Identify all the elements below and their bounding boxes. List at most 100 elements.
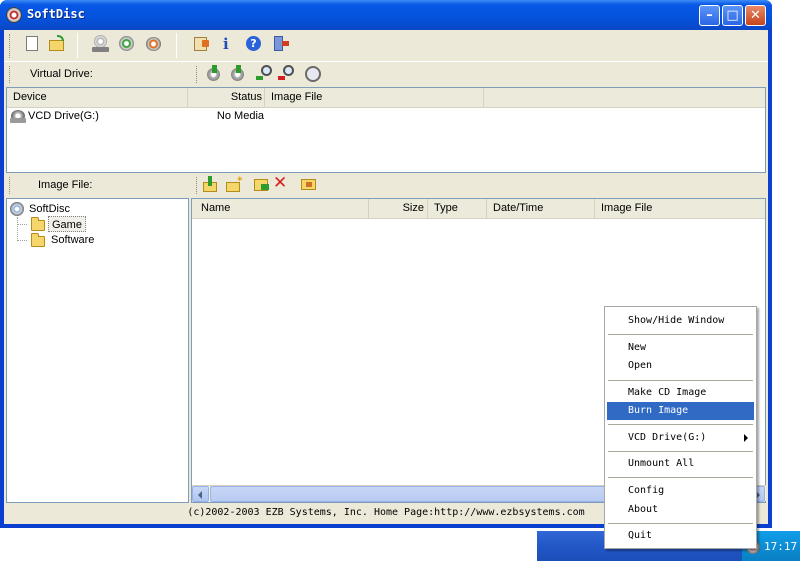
drive-settings-icon	[305, 66, 321, 82]
mount-arrow-icon	[212, 65, 217, 73]
column-device[interactable]: Device	[7, 88, 188, 107]
device-status: No Media	[216, 110, 264, 122]
new-folder-star-icon: ✶	[236, 175, 244, 185]
toolbar-divider	[4, 61, 768, 62]
virtual-drive-label: Virtual Drive:	[30, 68, 93, 80]
menu-separator	[608, 477, 753, 478]
drive-icon	[92, 47, 109, 52]
add-file-arrow-icon	[261, 184, 269, 190]
menu-item-quit[interactable]: Quit	[607, 527, 754, 545]
make-cd-image-button[interactable]	[92, 35, 110, 53]
image-file-grip[interactable]	[9, 177, 12, 194]
device-list-header: Device Status Image File	[7, 88, 765, 108]
properties-button[interactable]	[300, 176, 318, 194]
tree-line	[17, 217, 18, 241]
close-button[interactable]: ✕	[745, 5, 766, 26]
menu-item-vcd-drive-label: VCD Drive(G:)	[628, 432, 707, 443]
add-drive-plus-icon	[256, 76, 263, 80]
new-document-icon	[26, 36, 38, 51]
close-icon: ✕	[750, 8, 761, 23]
column-date-time[interactable]: Date/Time	[487, 199, 595, 218]
delete-button[interactable]: ✕	[272, 173, 290, 194]
info-button[interactable]: i	[219, 35, 237, 53]
add-drive-icon	[261, 65, 272, 76]
column-image-file[interactable]: Image File	[595, 199, 765, 218]
new-folder-button[interactable]: ✶	[225, 175, 244, 194]
folder-icon	[31, 233, 45, 247]
properties-mark-icon	[306, 182, 312, 187]
column-type[interactable]: Type	[428, 199, 487, 218]
folder-tree[interactable]: SoftDisc Game Software	[6, 198, 189, 503]
minimize-button[interactable]: –	[699, 5, 720, 26]
delete-x-icon: ✕	[273, 173, 288, 193]
menu-separator	[608, 424, 753, 425]
add-drive-button[interactable]	[256, 65, 274, 83]
drive-toolbar-grip[interactable]	[196, 66, 199, 83]
tree-item-software[interactable]: Software	[51, 232, 94, 248]
toolbar-grip[interactable]	[9, 34, 12, 58]
image-toolbar-grip[interactable]	[196, 177, 199, 194]
menu-item-unmount-all[interactable]: Unmount All	[607, 455, 754, 473]
mount-image-button[interactable]	[205, 65, 223, 83]
config-arrow-icon	[202, 40, 209, 47]
device-name: VCD Drive(G:)	[28, 110, 99, 122]
taskbar-clock[interactable]: 17:17	[764, 540, 797, 553]
unmount-image-button[interactable]	[229, 65, 247, 83]
softdisc-app-icon[interactable]	[6, 7, 22, 23]
virtual-drive-grip[interactable]	[9, 66, 12, 83]
mount-button[interactable]	[145, 35, 163, 53]
chevron-left-icon	[198, 491, 202, 499]
remove-drive-icon	[283, 65, 294, 76]
maximize-button[interactable]: □	[722, 5, 743, 26]
tree-line	[17, 240, 27, 241]
new-button[interactable]	[23, 35, 41, 53]
add-file-button[interactable]	[253, 176, 271, 194]
menu-separator	[608, 523, 753, 524]
column-image-file[interactable]: Image File	[265, 88, 484, 107]
remove-drive-button[interactable]	[278, 65, 296, 83]
open-folder-icon	[49, 40, 64, 51]
tree-item-game[interactable]: Game	[48, 216, 86, 232]
column-size[interactable]: Size	[369, 199, 428, 218]
menu-item-new[interactable]: New	[607, 339, 754, 357]
minimize-icon: –	[706, 8, 713, 23]
menu-item-config[interactable]: Config	[607, 482, 754, 500]
open-folder-icon	[31, 217, 45, 231]
open-arrow-icon	[57, 35, 64, 41]
maximize-icon: □	[726, 8, 739, 23]
window-title: SoftDisc	[27, 7, 85, 21]
toolbar-separator	[77, 33, 78, 58]
submenu-arrow-icon	[744, 434, 748, 442]
config-button[interactable]	[192, 35, 210, 53]
column-name[interactable]: Name	[192, 199, 369, 218]
exit-button[interactable]	[272, 35, 290, 53]
device-list[interactable]: Device Status Image File VCD Drive(G:) N…	[6, 87, 766, 173]
file-list-header: Name Size Type Date/Time Image File	[192, 199, 765, 219]
device-row[interactable]: VCD Drive(G:) No Media	[7, 109, 765, 126]
menu-separator	[608, 451, 753, 452]
help-button[interactable]: ?	[245, 35, 263, 53]
tray-context-menu: Show/Hide Window New Open Make CD Image …	[604, 306, 757, 549]
burn-disc-icon	[119, 36, 134, 51]
menu-item-about[interactable]: About	[607, 501, 754, 519]
menu-separator	[608, 380, 753, 381]
drive-settings-button[interactable]	[304, 65, 322, 83]
menu-item-make-cd-image[interactable]: Make CD Image	[607, 384, 754, 402]
toolbar-separator	[176, 33, 177, 58]
mount-disc-icon	[146, 37, 161, 51]
up-folder-button[interactable]	[202, 176, 220, 194]
title-bar[interactable]: SoftDisc – □ ✕	[0, 0, 772, 30]
open-button[interactable]	[48, 35, 66, 53]
help-icon: ?	[246, 36, 261, 51]
tree-root[interactable]: SoftDisc	[29, 201, 70, 217]
menu-item-vcd-drive[interactable]: VCD Drive(G:)	[607, 429, 754, 447]
menu-item-open[interactable]: Open	[607, 357, 754, 375]
column-status[interactable]: Status	[188, 88, 265, 107]
burn-image-button[interactable]	[118, 35, 136, 53]
exit-arrow-icon	[282, 41, 289, 46]
menu-item-show-hide-window[interactable]: Show/Hide Window	[607, 312, 754, 330]
scroll-left-button[interactable]	[192, 486, 209, 502]
cd-drive-base-icon	[10, 118, 26, 123]
menu-item-burn-image[interactable]: Burn Image	[607, 402, 754, 420]
menu-separator	[608, 334, 753, 335]
